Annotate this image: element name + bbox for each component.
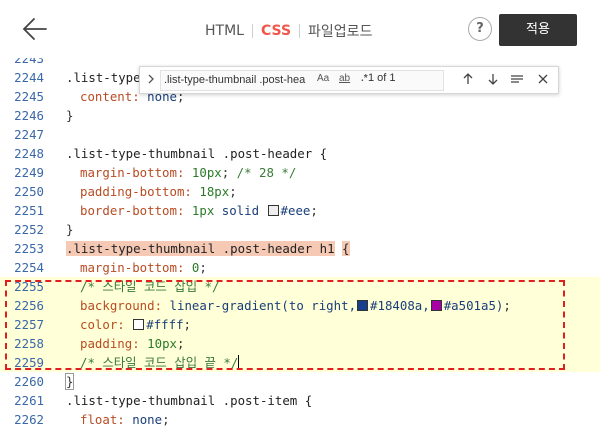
chevron-right-icon[interactable]: [145, 71, 157, 87]
code-text: float: none;: [80, 412, 170, 427]
line-number: 2246: [14, 108, 44, 123]
code-line: 2250 padding-bottom: 18px;: [0, 182, 600, 201]
code-text: .list-type-thumbnail .post-header {: [66, 146, 328, 161]
text-cursor: [238, 355, 240, 369]
code-line: 2254 margin-bottom: 0;: [0, 258, 600, 277]
line-number: 2248: [14, 146, 44, 161]
find-input[interactable]: [161, 71, 317, 88]
code-line: 2247: [0, 125, 600, 144]
code-line: 2261 .list-type-thumbnail .post-item {: [0, 391, 600, 410]
regex-toggle[interactable]: .*: [361, 73, 368, 84]
line-number: 2255: [0, 277, 44, 296]
back-arrow-icon[interactable]: [20, 16, 50, 42]
line-number: 2245: [14, 89, 44, 104]
code-text: border-bottom: 1px solid #eee;: [80, 203, 318, 218]
code-line: 2249 margin-bottom: 10px; /* 28 */: [0, 163, 600, 182]
code-text: /* 스타일 코드 삽입 */: [80, 279, 220, 294]
line-number: 2249: [14, 165, 44, 180]
find-in-selection-icon[interactable]: [510, 71, 524, 87]
line-number: 2254: [14, 260, 44, 275]
help-button[interactable]: ?: [468, 17, 492, 41]
code-line: 2258 padding: 10px;: [0, 334, 600, 353]
code-text: }: [64, 372, 75, 391]
code-line: 2260 }: [0, 372, 600, 391]
css-editor-app: HTML CSS 파일업로드 ? 적용 2243 2244 .list-type…: [0, 0, 600, 432]
code-text: margin-bottom: 0;: [80, 260, 207, 275]
code-text: .list-type: [66, 70, 141, 85]
brace-match: {: [342, 241, 350, 256]
color-swatch[interactable]: [133, 319, 145, 330]
next-match-icon[interactable]: [486, 71, 500, 87]
line-number: 2260: [14, 374, 44, 389]
line-number: 2251: [14, 203, 44, 218]
code-line: 2251 border-bottom: 1px solid #eee;: [0, 201, 600, 220]
top-bar: HTML CSS 파일업로드 ? 적용: [0, 0, 600, 59]
match-whole-word-toggle[interactable]: ab: [339, 73, 350, 84]
line-number: 2261: [14, 393, 44, 408]
code-line: 2252 }: [0, 220, 600, 239]
line-number: 2252: [14, 222, 44, 237]
match-case-toggle[interactable]: Aa: [317, 73, 329, 84]
code-line: 2257 color: #ffff;: [0, 315, 600, 334]
code-line: 2256 background: linear-gradient(to righ…: [0, 296, 600, 315]
line-number: 2256: [0, 296, 44, 315]
code-text: .list-type-thumbnail .post-item {: [66, 393, 313, 408]
color-swatch[interactable]: [267, 205, 279, 216]
code-text: padding-bottom: 18px;: [80, 184, 237, 199]
tab-file-upload[interactable]: 파일업로드: [308, 21, 372, 41]
line-number: 2243: [14, 58, 44, 66]
code-line: 2253 .list-type-thumbnail .post-header h…: [0, 239, 600, 258]
code-text: }: [66, 108, 74, 123]
code-text: color: #ffff;: [80, 317, 192, 332]
line-number: 2244: [14, 70, 44, 85]
code-line: 2262 float: none;: [0, 410, 600, 429]
code-text: .list-type-thumbnail .post-header h1 {: [66, 239, 350, 258]
tab-html[interactable]: HTML: [205, 23, 244, 39]
code-line: 2248 .list-type-thumbnail .post-header {: [0, 144, 600, 163]
color-swatch[interactable]: [357, 300, 369, 311]
line-number: 2257: [0, 315, 44, 334]
code-text: }: [66, 222, 74, 237]
code-text: /* 스타일 코드 삽입 끝 */: [80, 355, 240, 370]
tab-divider: [251, 24, 253, 38]
match-count: 1 of 1: [368, 72, 396, 84]
code-text: background: linear-gradient(to right, #18…: [80, 298, 511, 313]
search-match-highlight: .list-type-thumbnail .post-header h1: [66, 241, 335, 256]
tab-css[interactable]: CSS: [261, 23, 291, 39]
editor-tabs: HTML CSS 파일업로드: [205, 20, 372, 42]
close-icon[interactable]: [536, 71, 550, 87]
find-input-wrapper: Aa ab .*: [160, 70, 444, 91]
line-number: 2259: [0, 353, 44, 372]
code-line: 2259 /* 스타일 코드 삽입 끝 */: [0, 353, 600, 372]
line-number: 2247: [14, 127, 44, 142]
previous-match-icon[interactable]: [461, 71, 475, 87]
color-swatch[interactable]: [430, 300, 442, 311]
css-property: content:: [80, 89, 140, 104]
closing-brace: }: [64, 373, 75, 390]
find-widget: Aa ab .* 1 of 1: [139, 66, 559, 94]
line-number: 2250: [14, 184, 44, 199]
apply-button[interactable]: 적용: [499, 14, 577, 46]
tab-divider: [299, 24, 301, 38]
code-line: 2246 }: [0, 106, 600, 125]
code-text: padding: 10px;: [80, 336, 185, 351]
code-editor[interactable]: 2243 2244 .list-type 2245 content: none;…: [0, 58, 600, 432]
line-number: 2262: [14, 412, 44, 427]
code-text: margin-bottom: 10px; /* 28 */: [80, 165, 297, 180]
line-number: 2253: [14, 241, 44, 256]
code-line: 2255 /* 스타일 코드 삽입 */: [0, 277, 600, 296]
line-number: 2258: [0, 334, 44, 353]
